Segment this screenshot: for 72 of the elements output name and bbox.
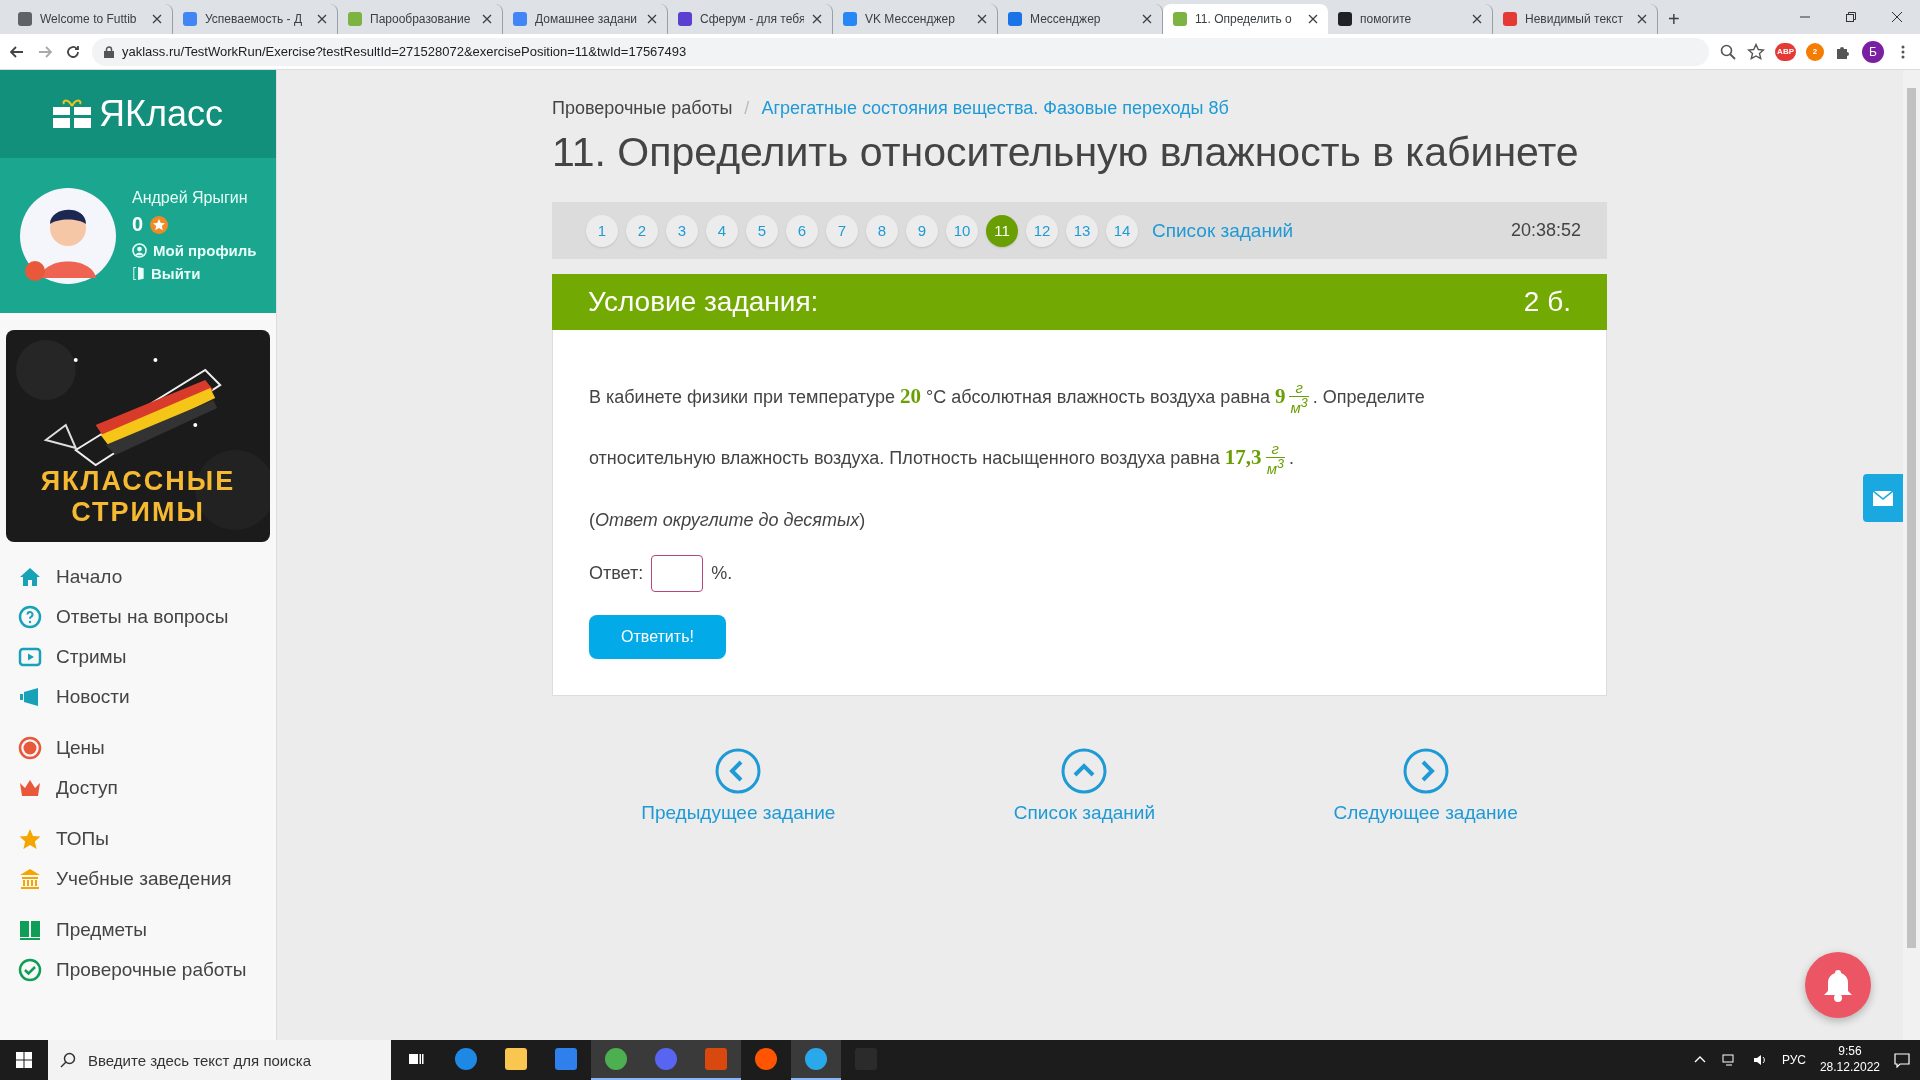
clock[interactable]: 9:56 28.12.2022 (1819, 1044, 1880, 1076)
taskbar-search-field[interactable]: Введите здесь текст для поиска (48, 1040, 391, 1080)
banner-text: СТРИМЫ (71, 496, 205, 528)
logo-text[interactable]: ЯКласс (99, 93, 223, 135)
extension-icon[interactable]: ABP (1775, 42, 1796, 61)
door-icon (132, 266, 145, 281)
nav-link[interactable]: Стримы (18, 642, 276, 671)
unit-text: %. (711, 563, 733, 584)
volume-icon[interactable] (1751, 1052, 1768, 1068)
nav-link[interactable]: Новости (18, 682, 276, 711)
task-header-title: Условие задания: (588, 286, 819, 318)
envelope-icon (1873, 490, 1893, 506)
chevron-up-icon (1061, 748, 1108, 794)
answer-label: Ответ: (589, 563, 644, 584)
breadcrumb-separator: / (744, 98, 750, 119)
language-indicator[interactable]: РУС (1781, 1053, 1806, 1067)
user-name: Андрей Ярыгин (132, 189, 249, 207)
answer-field[interactable] (651, 555, 704, 592)
url-text: yaklass.ru/TestWorkRun/Exercise?testResultId=271528072&exercisePosition=11&twId=17567493 (122, 44, 687, 59)
nav-link[interactable]: Цены (18, 733, 276, 762)
app-icon[interactable] (655, 1048, 677, 1070)
help-icon (18, 604, 42, 629)
profile-button[interactable]: Б (1862, 40, 1884, 63)
chevron-left-icon (715, 748, 762, 794)
task-points: 2 б. (1523, 286, 1571, 318)
browser-tab[interactable]: 11. Определить о (1163, 4, 1328, 34)
mail-button[interactable] (1863, 474, 1903, 522)
timer: 20:38:52 (1510, 220, 1581, 241)
lock-icon (104, 45, 114, 58)
nav-link[interactable]: Начало (18, 562, 276, 591)
nav-link[interactable]: Ответы на вопросы (18, 602, 276, 631)
star-coin-icon (149, 214, 170, 235)
close-icon[interactable] (482, 14, 492, 24)
close-icon[interactable] (647, 14, 657, 24)
user-icon (132, 243, 147, 258)
notifications-button[interactable] (1805, 952, 1871, 1018)
nav-link[interactable]: Учебные заведения (18, 864, 276, 893)
notification-icon[interactable] (1894, 1052, 1910, 1068)
close-icon[interactable] (1142, 14, 1152, 24)
close-icon[interactable] (1308, 14, 1318, 24)
close-icon[interactable] (1472, 14, 1482, 24)
search-icon (60, 1052, 76, 1068)
close-icon[interactable] (152, 14, 162, 24)
nav-link[interactable]: Доступ (18, 773, 276, 802)
star-icon[interactable] (1747, 42, 1766, 61)
task-view-icon[interactable] (408, 1051, 424, 1067)
new-tab-button[interactable]: + (1658, 4, 1690, 34)
stream-banner[interactable]: ЯКЛАССНЫЕ СТРИМЫ (6, 330, 270, 542)
app-icon[interactable] (755, 1048, 777, 1070)
app-icon[interactable] (605, 1048, 627, 1070)
address-field[interactable]: yaklass.ru/TestWorkRun/Exercise?testResultId=271528072&exercisePosition=11&twId=17567493 (92, 37, 1710, 66)
nav-link[interactable]: Предметы (18, 915, 276, 944)
nav-link[interactable]: Проверочные работы (18, 955, 276, 984)
app-icon[interactable] (455, 1048, 477, 1070)
avatar-icon (18, 185, 118, 286)
nav-link[interactable]: ТОПы (18, 824, 276, 853)
breadcrumb-item[interactable]: Проверочные работы (552, 98, 733, 119)
close-icon[interactable] (317, 14, 327, 24)
hint-text: (Ответ округлите до десятых) (589, 510, 867, 531)
close-icon[interactable] (1637, 14, 1647, 24)
close-icon[interactable] (977, 14, 987, 24)
page-title: 11. Определить относительную влажность в кабинете (552, 129, 1580, 176)
chevron-right-icon (1402, 748, 1449, 794)
app-icon[interactable] (805, 1048, 827, 1070)
building-icon (18, 866, 42, 891)
close-icon[interactable] (812, 14, 822, 24)
points-count: 0 (132, 213, 144, 236)
gift-book-icon (53, 97, 91, 131)
check-circle-icon (18, 957, 42, 982)
zoom-icon[interactable] (1719, 42, 1738, 61)
banner-text: ЯКЛАССНЫЕ (40, 465, 236, 497)
bell-icon (1822, 968, 1854, 1002)
